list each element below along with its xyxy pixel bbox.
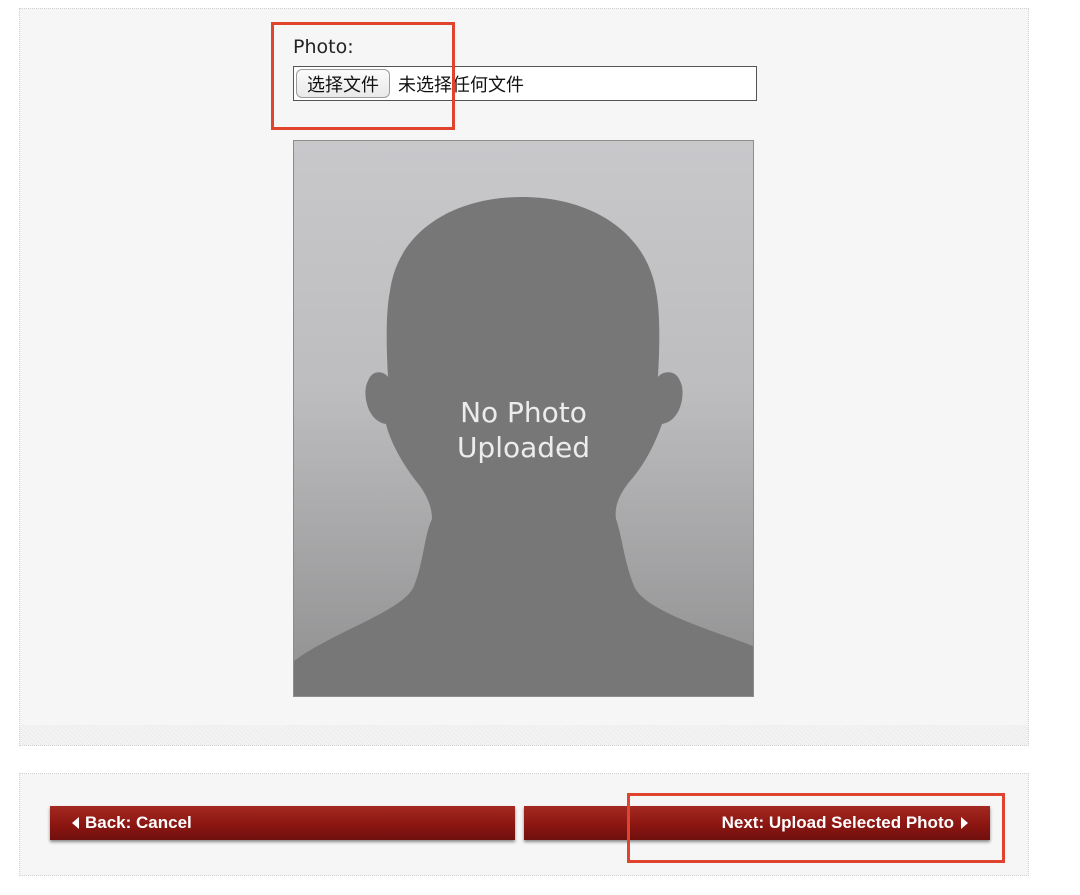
no-photo-line2: Uploaded (456, 431, 591, 464)
next-button-highlight (627, 793, 1005, 863)
photo-input-highlight (271, 22, 455, 130)
no-photo-caption: No Photo Uploaded (294, 395, 753, 465)
avatar-placeholder: No Photo Uploaded (293, 140, 754, 697)
caret-left-icon (72, 817, 79, 829)
panel-divider (20, 725, 1028, 745)
back-button-label: Back: Cancel (85, 813, 192, 832)
back-cancel-button[interactable]: Back: Cancel (50, 806, 515, 840)
no-photo-line1: No Photo (460, 396, 587, 429)
